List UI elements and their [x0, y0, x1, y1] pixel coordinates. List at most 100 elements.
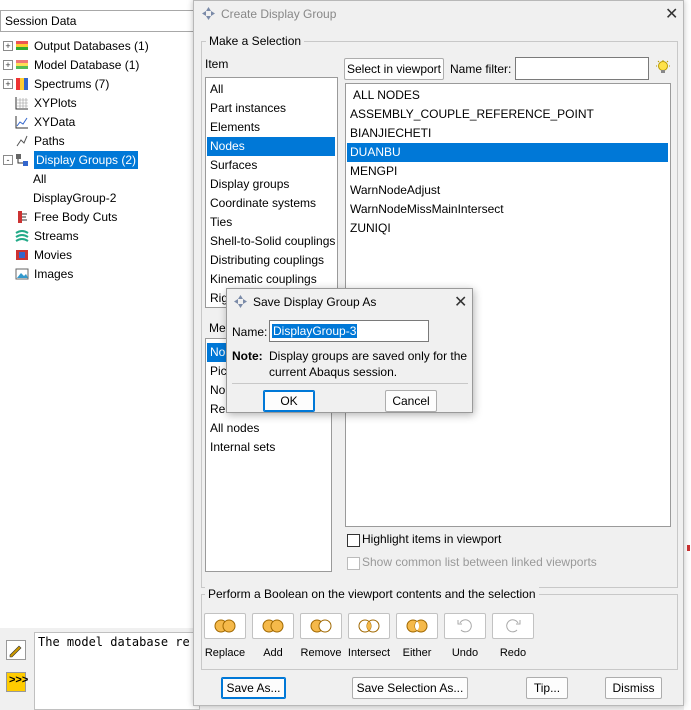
spectrum-icon: [16, 78, 28, 90]
name-input[interactable]: DisplayGroup-3: [269, 320, 429, 342]
intersect-icon: [358, 619, 380, 633]
add-label: Add: [263, 647, 283, 659]
list-item[interactable]: Part instances: [207, 99, 335, 118]
method-label: Me: [209, 321, 226, 335]
boolean-group-label: Perform a Boolean on the viewport conten…: [205, 587, 539, 601]
message-area-button[interactable]: [6, 640, 26, 660]
cancel-button[interactable]: Cancel: [385, 390, 437, 412]
undo-label: Undo: [451, 647, 479, 659]
list-item[interactable]: ASSEMBLY_COUPLE_REFERENCE_POINT: [347, 105, 668, 124]
remove-label: Remove: [300, 647, 342, 659]
common-list-label: Show common list between linked viewport…: [362, 555, 597, 569]
edit-icon: [9, 645, 22, 658]
expand-icon[interactable]: +: [3, 79, 13, 89]
list-item[interactable]: Distributing couplings: [207, 251, 335, 270]
viewport-marker: [687, 545, 690, 551]
message-area[interactable]: The model database re: [34, 632, 200, 710]
expand-icon[interactable]: +: [3, 41, 13, 51]
name-filter-input[interactable]: [515, 57, 649, 80]
tree-item-label: DisplayGroup-2: [33, 191, 117, 205]
item-list[interactable]: All Part instances Elements Nodes Surfac…: [205, 77, 338, 308]
tree-item-label: Movies: [34, 248, 73, 262]
redo-button[interactable]: [492, 613, 534, 639]
intersect-label: Intersect: [347, 647, 391, 659]
xydata-icon: [15, 116, 28, 129]
tip-button[interactable]: Tip...: [526, 677, 568, 699]
add-button[interactable]: [252, 613, 294, 639]
display-groups-icon: [16, 154, 28, 166]
either-button[interactable]: [396, 613, 438, 639]
tree-item-label: Streams: [34, 229, 79, 243]
make-selection-label: Make a Selection: [206, 34, 305, 48]
list-item[interactable]: Kinematic couplings: [207, 270, 335, 289]
highlight-checkbox[interactable]: [347, 534, 360, 547]
common-list-checkbox[interactable]: [347, 557, 360, 570]
save-as-button[interactable]: Save As...: [221, 677, 286, 699]
list-item[interactable]: Shell-to-Solid couplings: [207, 232, 335, 251]
list-item[interactable]: Coordinate systems: [207, 194, 335, 213]
intersect-button[interactable]: [348, 613, 390, 639]
tree-item-label: Display Groups (2): [34, 151, 139, 169]
list-item[interactable]: Internal sets: [207, 438, 329, 457]
abaqus-logo-icon: [234, 295, 247, 308]
redo-label: Redo: [499, 647, 527, 659]
tree-item-label: All: [33, 172, 47, 186]
undo-icon: [457, 619, 472, 633]
note-line-1: Display groups are saved only for the: [269, 349, 468, 363]
item-label: Item: [205, 57, 229, 71]
collapse-icon[interactable]: -: [3, 155, 13, 165]
list-item[interactable]: All nodes: [207, 419, 329, 438]
stream-icon: [15, 230, 29, 242]
save-dialog-title: Save Display Group As: [253, 295, 377, 309]
ok-button[interactable]: OK: [263, 390, 315, 412]
note-line-2: current Abaqus session.: [269, 365, 398, 379]
abaqus-logo-icon: [202, 7, 215, 20]
model-database-icon: [16, 60, 28, 69]
save-selection-as-button[interactable]: Save Selection As...: [352, 677, 468, 699]
list-item[interactable]: Surfaces: [207, 156, 335, 175]
remove-button[interactable]: [300, 613, 342, 639]
tree-item-label: XYData: [34, 115, 76, 129]
session-tree-panel: Session Data + Output Databases (1) + Mo…: [0, 0, 201, 628]
tree-item-label: Output Databases (1): [34, 39, 149, 53]
select-in-viewport-button[interactable]: Select in viewport: [344, 58, 444, 80]
image-icon: [15, 268, 29, 280]
name-input-value: DisplayGroup-3: [272, 324, 358, 338]
dismiss-button[interactable]: Dismiss: [605, 677, 662, 699]
list-item[interactable]: ALL NODES: [347, 86, 670, 105]
tree-item-label: Model Database (1): [34, 58, 140, 72]
name-filter-label: Name filter:: [450, 62, 512, 76]
list-item[interactable]: Display groups: [207, 175, 335, 194]
list-item[interactable]: ZUNIQI: [347, 219, 668, 238]
either-icon: [406, 619, 428, 633]
note-label: Note:: [232, 349, 263, 363]
list-item[interactable]: Elements: [207, 118, 335, 137]
close-icon[interactable]: ✕: [454, 292, 467, 312]
dialog-title: Create Display Group: [221, 7, 337, 21]
dialog-titlebar[interactable]: Create Display Group ✕: [194, 1, 683, 27]
message-text: The model database re: [38, 635, 190, 649]
list-item[interactable]: All: [207, 80, 335, 99]
name-label: Name:: [232, 325, 268, 339]
divider: [232, 383, 468, 384]
list-item[interactable]: BIANJIECHETI: [347, 124, 668, 143]
list-item-selected[interactable]: DUANBU: [347, 143, 668, 162]
session-tab-header[interactable]: Session Data: [0, 10, 196, 32]
list-item[interactable]: Ties: [207, 213, 335, 232]
redo-icon: [506, 619, 521, 633]
list-item[interactable]: MENGPI: [347, 162, 668, 181]
remove-icon: [310, 619, 332, 633]
list-item[interactable]: WarnNodeAdjust: [347, 181, 668, 200]
replace-label: Replace: [204, 647, 246, 659]
expand-icon[interactable]: +: [3, 60, 13, 70]
replace-button[interactable]: [204, 613, 246, 639]
list-item-selected[interactable]: Nodes: [207, 137, 335, 156]
tree-item-label: Spectrums (7): [34, 77, 110, 91]
undo-button[interactable]: [444, 613, 486, 639]
list-item[interactable]: WarnNodeMissMainIntersect: [347, 200, 668, 219]
tree-item-label: Paths: [34, 134, 65, 148]
prompt-icon: >>>: [9, 674, 29, 686]
close-icon[interactable]: ✕: [665, 4, 678, 24]
python-prompt-button[interactable]: >>>: [6, 672, 29, 692]
lightbulb-icon[interactable]: [656, 60, 670, 76]
